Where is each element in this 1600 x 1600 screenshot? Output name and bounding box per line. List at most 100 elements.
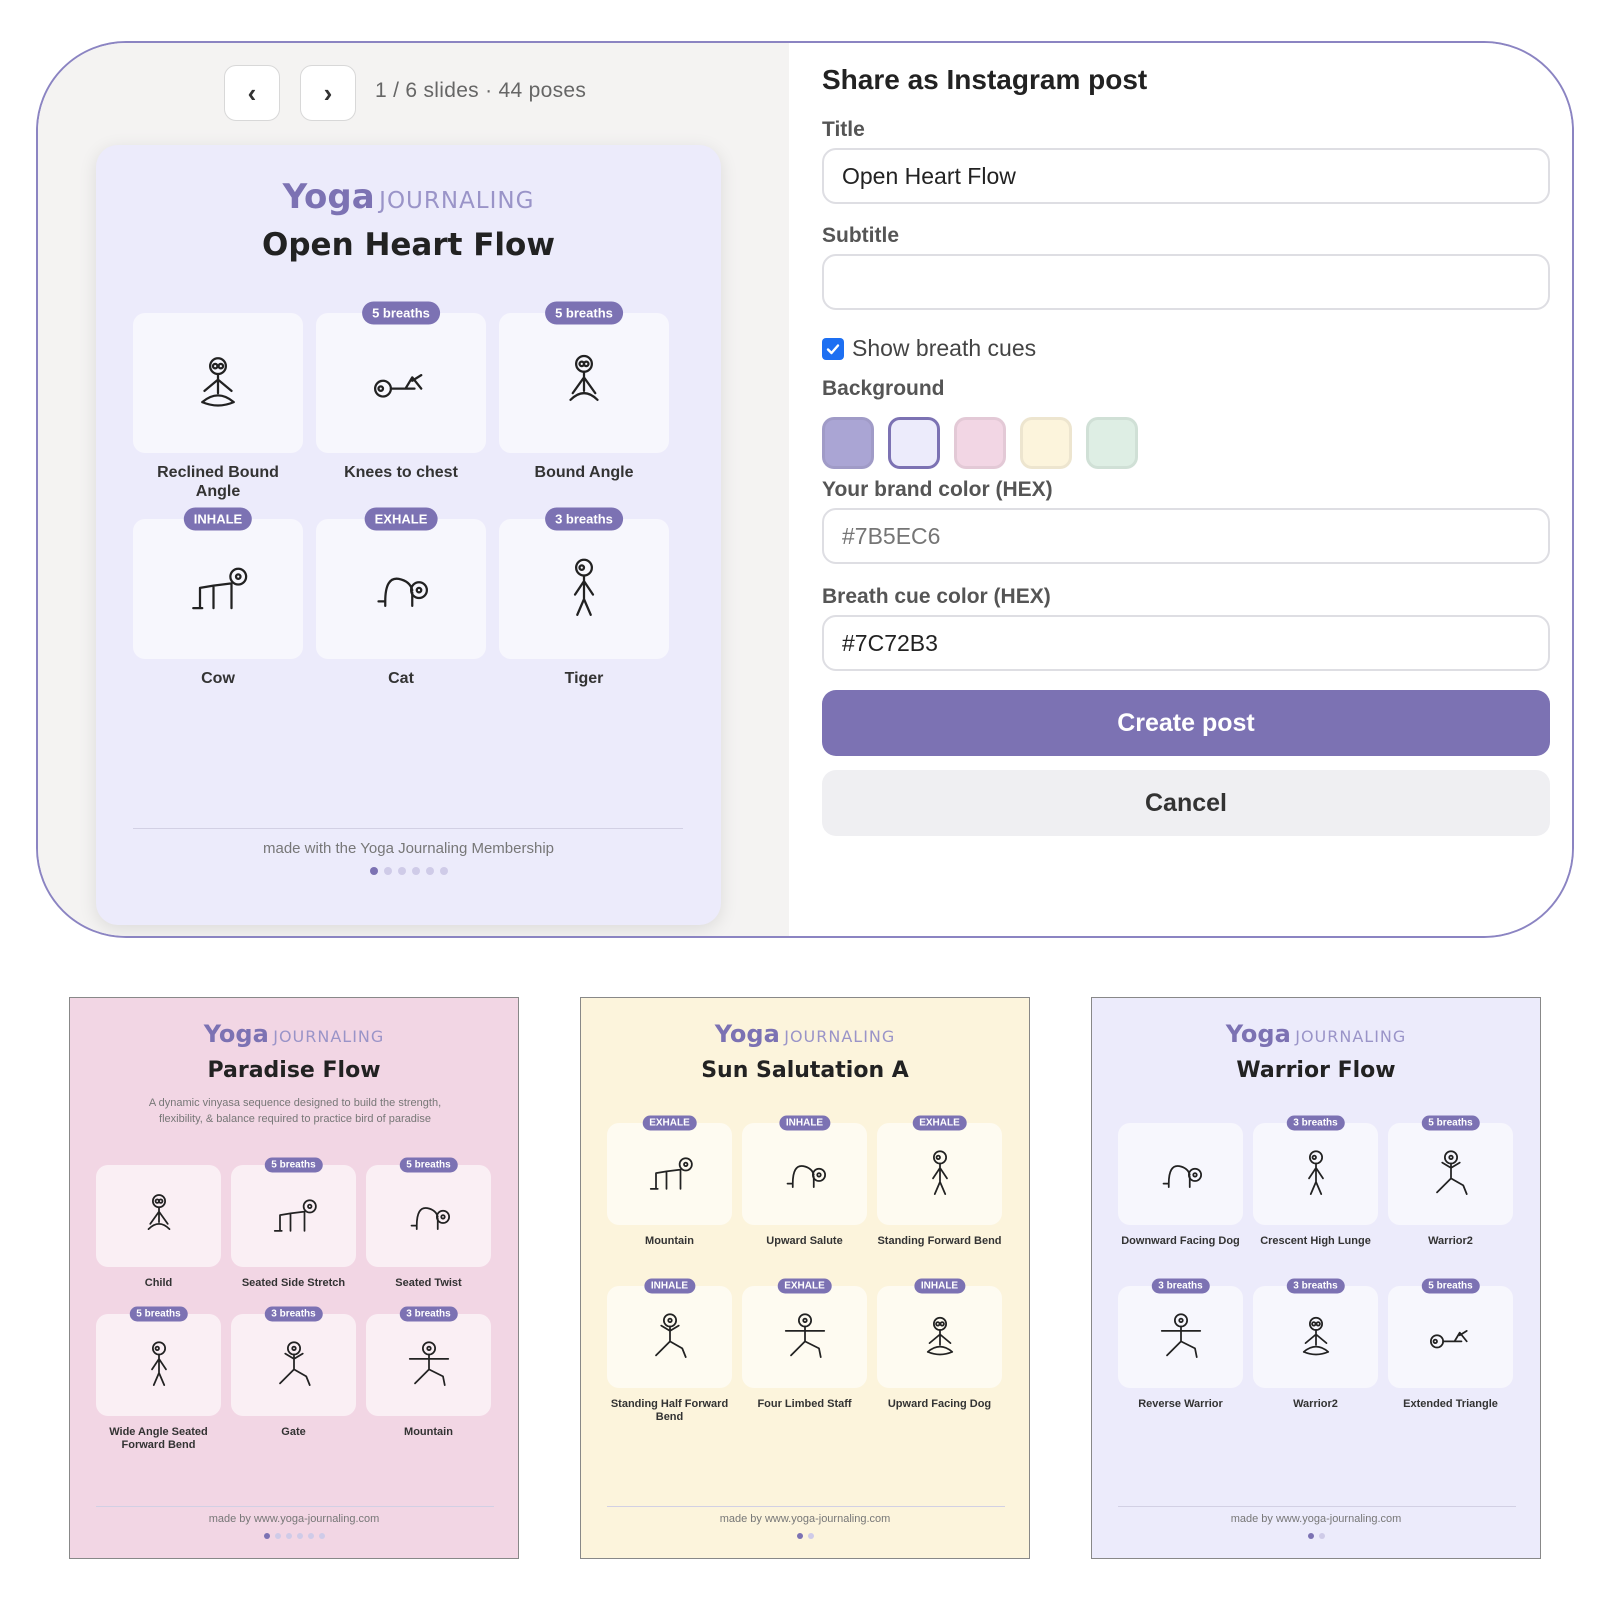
breath-cue-color-input[interactable] [822, 615, 1550, 671]
slide-dot[interactable] [296, 1533, 303, 1539]
breath-cue-badge: INHALE [643, 1278, 696, 1294]
pose-figure [231, 1314, 356, 1416]
pose-figure [1118, 1123, 1243, 1225]
breath-cue-badge: INHALE [183, 507, 253, 531]
warrior2-figure-icon [1435, 1150, 1468, 1195]
breath-cue-color-label: Breath cue color (HEX) [822, 585, 1051, 608]
card-subtitle: A dynamic vinyasa sequence designed to b… [148, 1097, 442, 1125]
create-post-button[interactable]: Create post [822, 690, 1550, 756]
pose-label: Cat [388, 670, 414, 687]
pose-figure [1388, 1286, 1513, 1388]
breath-cue-badge: 5 breaths [264, 1157, 323, 1173]
title-label: Title [822, 118, 865, 141]
slide-dot[interactable] [307, 1533, 314, 1539]
brand-color-input[interactable] [822, 508, 1550, 564]
pose-label: Gate [281, 1426, 306, 1438]
pose-figure [607, 1286, 732, 1388]
pose-figure [499, 519, 669, 659]
brand-logo-journaling: JOURNALING [273, 1027, 385, 1046]
brand-color-label: Your brand color (HEX) [822, 478, 1053, 501]
pose-card-knees-to-chest: 5 breaths Knees to chest [316, 301, 486, 493]
slide-dot[interactable] [274, 1533, 281, 1539]
background-swatch-3[interactable] [954, 417, 1006, 469]
breath-cue-badge: 3 breaths [264, 1306, 323, 1322]
breath-cue-badge: 3 breaths [1286, 1278, 1345, 1294]
share-editor-window: ‹ › 1 / 6 slides · 44 poses Yoga JOURNAL… [36, 41, 1574, 938]
subtitle-label: Subtitle [822, 224, 899, 247]
breath-cue-badge: 5 breaths [1421, 1115, 1480, 1131]
pose-figure [96, 1165, 221, 1267]
mountain-figure-icon [649, 1157, 693, 1190]
pose-card-crescent-high-lunge: 3 breaths Crescent High Lunge [1253, 1115, 1378, 1265]
card-footer-text: made by www.yoga-journaling.com [1230, 1513, 1402, 1525]
slide-dot[interactable] [1318, 1533, 1325, 1539]
knees-to-chest-figure-icon [374, 374, 423, 398]
child-figure-icon [147, 1194, 170, 1230]
gate-figure-icon [278, 1341, 311, 1386]
breath-cue-toggle[interactable]: Show breath cues [822, 335, 1036, 362]
slide-dot-active[interactable] [1307, 1533, 1314, 1539]
breath-cue-badge: 5 breaths [1421, 1278, 1480, 1294]
post-footer-text: made with the Yoga Journaling Membership [262, 840, 554, 857]
extended-triangle-figure-icon [1429, 1330, 1468, 1349]
breath-cue-badge: INHALE [778, 1115, 831, 1131]
pose-card-mountain: EXHALE Mountain [607, 1115, 732, 1265]
breath-cue-badge: 5 breaths [545, 301, 623, 325]
slide-dot[interactable] [411, 867, 420, 875]
seated-twist-figure-icon [410, 1207, 450, 1230]
slide-dot[interactable] [439, 867, 448, 875]
reverse-warrior-figure-icon [1160, 1313, 1201, 1358]
pose-label: Bound Angle [534, 464, 634, 481]
slide-dot[interactable] [425, 867, 434, 875]
breath-cue-badge: INHALE [913, 1278, 966, 1294]
background-swatch-1[interactable] [822, 417, 874, 469]
slide-dot[interactable] [318, 1533, 325, 1539]
cancel-button[interactable]: Cancel [822, 770, 1550, 836]
pose-card-reclined-bound-angle: Reclined Bound Angle [133, 313, 303, 500]
pose-figure [133, 313, 303, 453]
pose-label: Downward Facing Dog [1121, 1235, 1240, 1247]
previous-slide-button[interactable]: ‹ [224, 65, 280, 121]
slide-counter: 1 / 6 slides · 44 poses [375, 79, 587, 102]
pose-label: Warrior2 [1293, 1398, 1338, 1410]
slide-dot-active[interactable] [263, 1533, 270, 1539]
slide-dot[interactable] [285, 1533, 292, 1539]
brand-logo-journaling: JOURNALING [379, 188, 535, 214]
slide-dot[interactable] [807, 1533, 814, 1539]
brand-logo-yoga: Yoga [714, 1020, 780, 1048]
pose-figure [877, 1286, 1002, 1388]
pose-card-cat: EXHALE Cat [316, 507, 486, 699]
seated-side-stretch-figure-icon [273, 1199, 317, 1232]
slide-dot-active[interactable] [369, 867, 378, 875]
title-input[interactable] [822, 148, 1550, 204]
brand-logo-yoga: Yoga [1225, 1020, 1291, 1048]
background-swatch-4[interactable] [1020, 417, 1072, 469]
slide-dot-active[interactable] [796, 1533, 803, 1539]
breath-cue-badge: EXHALE [642, 1115, 697, 1131]
breath-cue-badge: EXHALE [777, 1278, 832, 1294]
pose-figure [742, 1286, 867, 1388]
pose-figure [877, 1123, 1002, 1225]
checkbox-checked-icon[interactable] [822, 337, 844, 360]
pose-figure [316, 313, 486, 453]
breath-cue-toggle-label: Show breath cues [852, 335, 1037, 361]
footer-divider [133, 828, 683, 829]
pose-card-upward-facing-dog: INHALE Upward Facing Dog [877, 1278, 1002, 1428]
pose-card-seated-side-stretch: 5 breaths Seated Side Stretch [231, 1157, 356, 1307]
brand-logo: Yoga JOURNALING [1092, 1020, 1540, 1048]
pose-card-wide-angle-seated-forward-bend: 5 breaths Wide Angle Seated Forward Bend [96, 1306, 221, 1456]
pose-card-reverse-warrior: 3 breaths Reverse Warrior [1118, 1278, 1243, 1428]
preview-pane: ‹ › 1 / 6 slides · 44 poses Yoga JOURNAL… [38, 43, 789, 936]
brand-logo-yoga: Yoga [203, 1020, 269, 1048]
pose-card-bound-angle: 5 breaths Bound Angle [499, 301, 669, 493]
subtitle-input[interactable] [822, 254, 1550, 310]
next-slide-button[interactable]: › [300, 65, 356, 121]
background-swatch-2[interactable] [888, 417, 940, 469]
breath-cue-badge: 3 breaths [1151, 1278, 1210, 1294]
breath-cue-badge: 3 breaths [399, 1306, 458, 1322]
slide-dot[interactable] [383, 867, 392, 875]
background-swatch-5[interactable] [1086, 417, 1138, 469]
slide-dot[interactable] [397, 867, 406, 875]
pose-label: Seated Twist [395, 1277, 462, 1289]
pose-card-child: Child [96, 1165, 221, 1307]
